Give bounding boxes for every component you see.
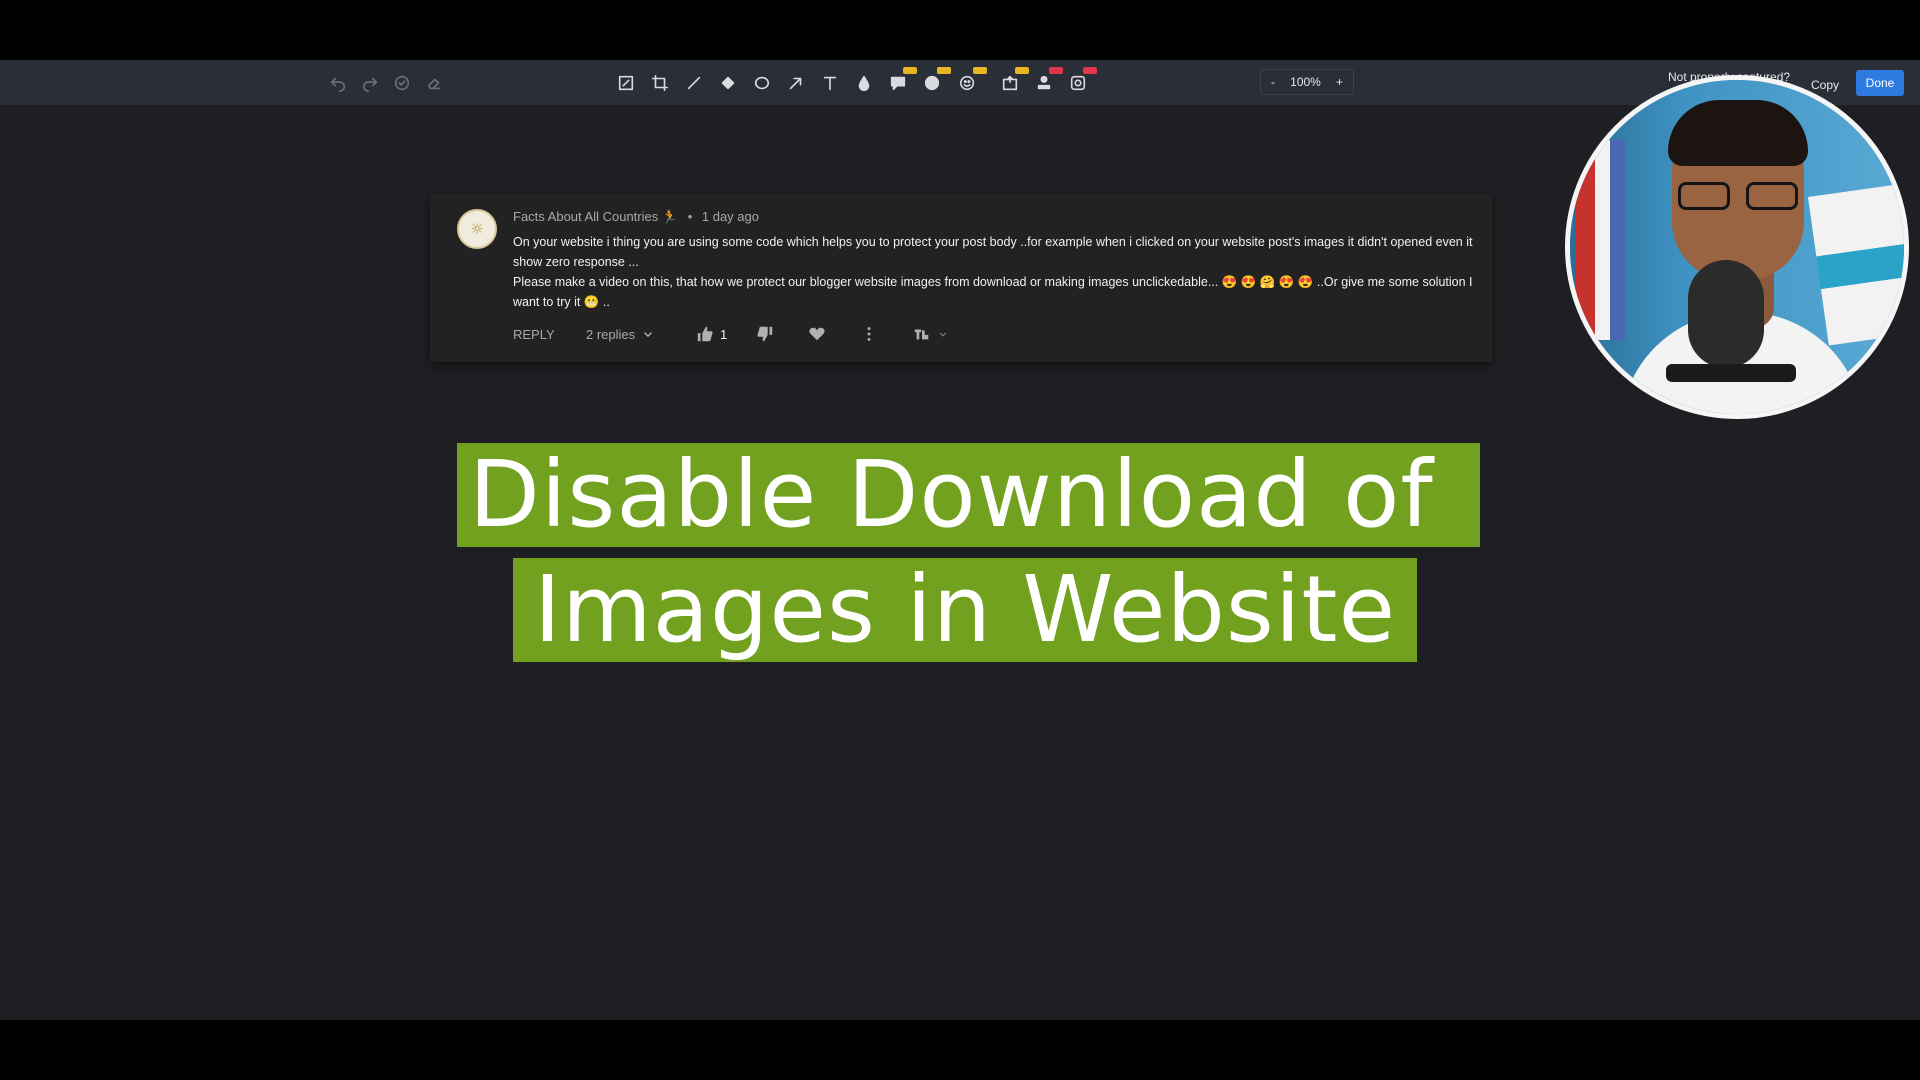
letterbox-top: [0, 0, 1920, 60]
avatar: ☼: [457, 209, 497, 249]
new-badge: [1049, 67, 1063, 74]
replies-label: 2 replies: [586, 326, 636, 342]
screenshot-icon[interactable]: [1065, 67, 1097, 96]
eraser-icon[interactable]: [421, 70, 447, 96]
text-icon[interactable]: [817, 70, 843, 96]
stamp-icon[interactable]: [1031, 67, 1063, 96]
zoom-out-button[interactable]: -: [1271, 75, 1275, 89]
chevron-down-icon: [939, 332, 947, 337]
zoom-in-button[interactable]: +: [1336, 75, 1343, 89]
reply-button[interactable]: REPLY: [513, 322, 555, 346]
comment-actions: REPLY 2 replies 1: [513, 322, 973, 346]
undo-icon[interactable]: [325, 70, 351, 96]
comment-card: ☼ Facts About All Countries 🏃 • 1 day ag…: [430, 194, 1492, 362]
presenter-glasses: [1678, 182, 1800, 210]
reset-icon[interactable]: [389, 70, 415, 96]
video-title-line-2: Images in Website: [513, 558, 1417, 662]
replies-toggle[interactable]: 2 replies: [586, 322, 655, 346]
crop-icon[interactable]: [647, 70, 673, 96]
callout-icon[interactable]: [885, 67, 917, 96]
pro-badge: [1015, 67, 1029, 74]
comment-body: On your website i thing you are using so…: [513, 232, 1473, 312]
comment-author[interactable]: Facts About All Countries: [513, 209, 658, 224]
more-options-button[interactable]: [860, 322, 878, 346]
line-icon[interactable]: [681, 70, 707, 96]
arrow-icon[interactable]: [783, 70, 809, 96]
microphone: [1688, 260, 1764, 368]
emoji-icon[interactable]: [955, 67, 987, 96]
thumbs-up-icon: [697, 326, 713, 342]
comment-line-1: On your website i thing you are using so…: [513, 235, 1473, 269]
runner-icon: 🏃: [661, 209, 679, 224]
letterbox-bottom: [0, 1020, 1920, 1080]
translate-button[interactable]: [913, 322, 949, 346]
fill-icon[interactable]: [715, 70, 741, 96]
new-badge: [1083, 67, 1097, 74]
like-count: 1: [720, 326, 728, 342]
ellipse-icon[interactable]: [749, 70, 775, 96]
chevron-down-icon: [644, 332, 653, 338]
heart-button[interactable]: [808, 322, 826, 346]
zoom-level: 100%: [1290, 75, 1321, 89]
heart-icon: [809, 327, 825, 341]
flag: [1575, 140, 1625, 340]
pro-badge: [973, 67, 987, 74]
dislike-button[interactable]: [756, 322, 774, 346]
comment-line-2: Please make a video on this, that how we…: [513, 275, 1473, 309]
more-vertical-icon: [867, 327, 871, 341]
video-title-line-1: Disable Download of: [457, 443, 1480, 547]
step-icon[interactable]: [919, 67, 951, 96]
comment-meta: Facts About All Countries 🏃 • 1 day ago: [513, 209, 759, 225]
like-button[interactable]: 1: [696, 322, 727, 346]
thumbs-down-icon: [757, 326, 773, 342]
pro-badge: [903, 67, 917, 74]
redo-icon[interactable]: [357, 70, 383, 96]
comment-time[interactable]: 1 day ago: [702, 209, 759, 224]
pro-badge: [937, 67, 951, 74]
zoom-control: - 100% +: [1260, 69, 1354, 95]
meta-separator: •: [687, 209, 693, 224]
frame-icon[interactable]: [613, 70, 639, 96]
reply-label: REPLY: [513, 326, 555, 342]
sticker-icon[interactable]: [997, 67, 1029, 96]
webcam-overlay: [1565, 75, 1909, 419]
presenter-hair: [1668, 100, 1808, 166]
translate-icon: [914, 329, 929, 340]
blur-icon[interactable]: [851, 70, 877, 96]
